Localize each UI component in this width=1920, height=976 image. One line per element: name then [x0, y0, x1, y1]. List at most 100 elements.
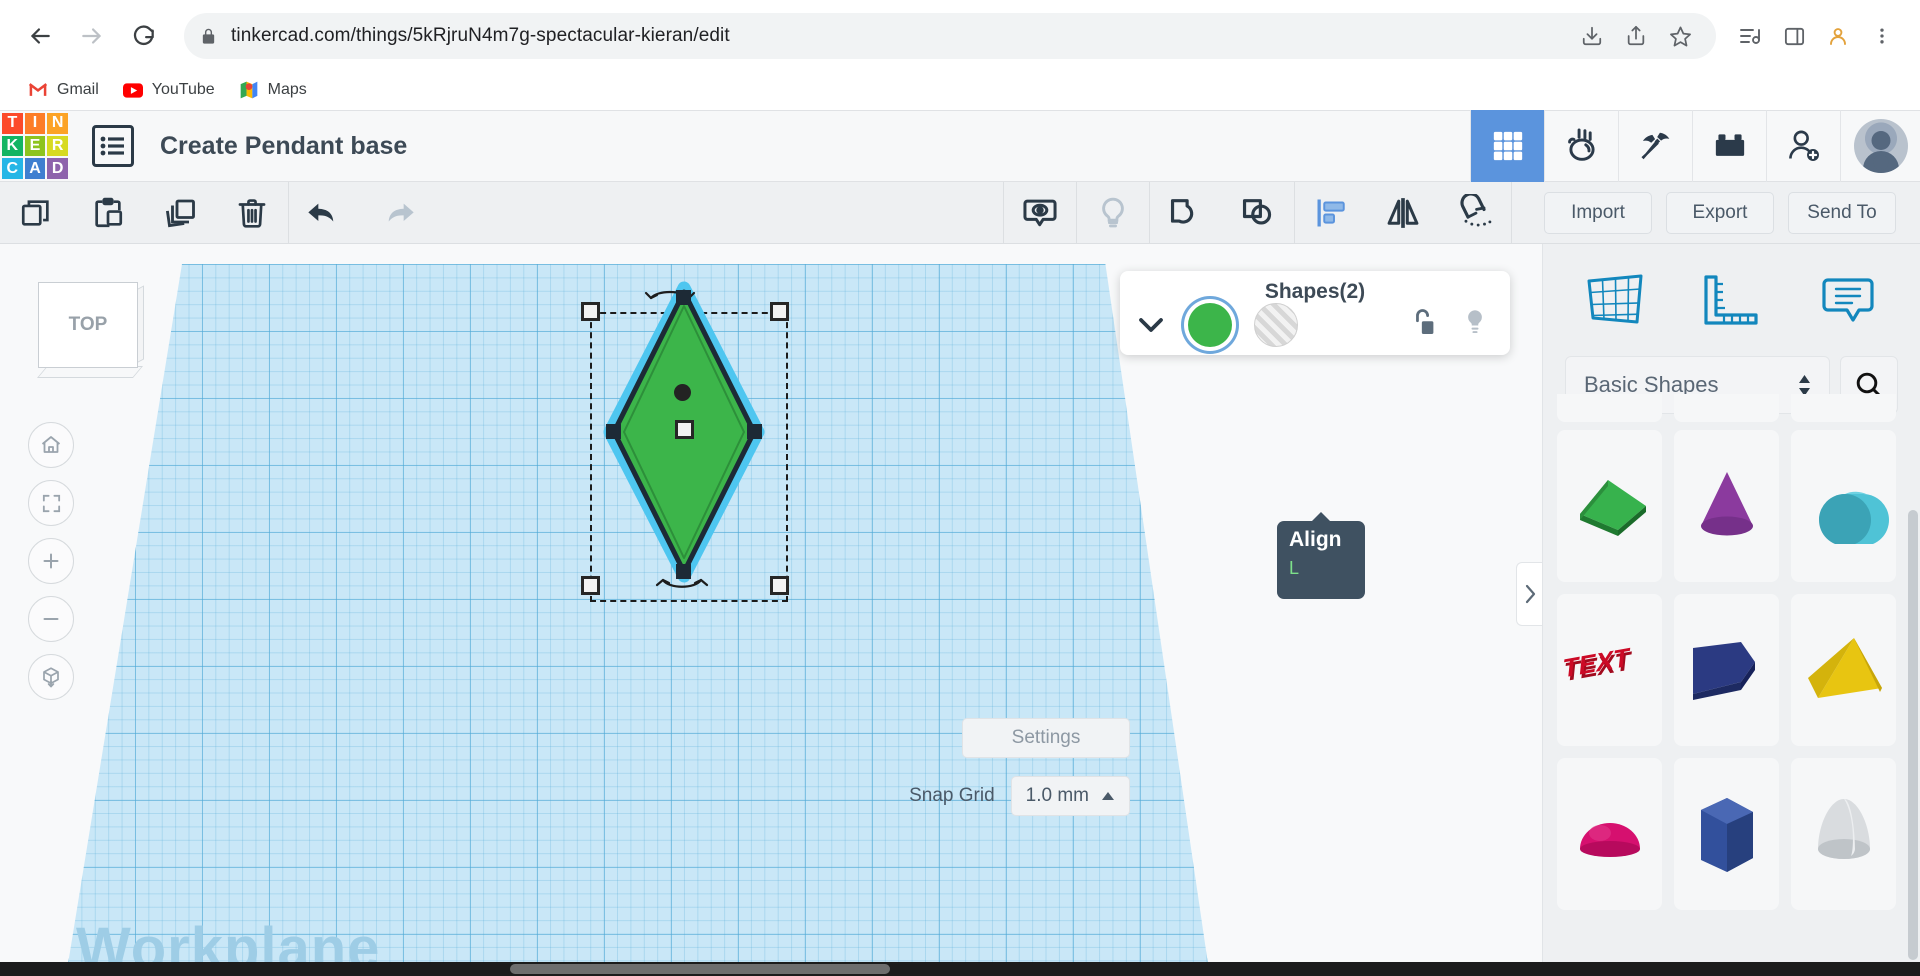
- svg-text:TEXT: TEXT: [1561, 642, 1631, 684]
- polygon-box-shape[interactable]: [1674, 594, 1779, 746]
- ungroup-shapes-icon[interactable]: [1222, 182, 1294, 244]
- cone-shape[interactable]: [1674, 430, 1779, 582]
- vertex-handle-left[interactable]: [606, 424, 621, 439]
- align-icon[interactable]: [1295, 182, 1367, 244]
- pyramid-shape[interactable]: [1791, 594, 1896, 746]
- toolbar-divider: [1511, 181, 1512, 244]
- address-bar[interactable]: tinkercad.com/things/5kRjruN4m7g-spectac…: [184, 13, 1716, 59]
- redo-arrow-icon[interactable]: [361, 182, 433, 244]
- shape-cell-partial[interactable]: [1674, 394, 1779, 422]
- view-cube-face-label: TOP: [38, 282, 138, 368]
- bookmark-gmail[interactable]: Gmail: [18, 75, 109, 105]
- bookmark-youtube[interactable]: YouTube: [113, 75, 225, 105]
- shape-inspector-actions: [1410, 308, 1494, 343]
- vertex-handle-top[interactable]: [676, 290, 691, 305]
- bookmark-star-icon[interactable]: [1660, 16, 1700, 56]
- tinkercad-header: T I N K E R C A D Create Pendant base: [0, 110, 1920, 182]
- grid-apps-icon[interactable]: [1470, 110, 1544, 182]
- unlock-icon[interactable]: [1410, 308, 1436, 343]
- resize-handle-top-right[interactable]: [770, 302, 789, 321]
- chrome-menu-icon[interactable]: [1862, 16, 1902, 56]
- lightbulb-icon[interactable]: [1077, 182, 1149, 244]
- chevron-down-icon[interactable]: [1136, 315, 1166, 335]
- bookmark-label: Gmail: [57, 81, 99, 98]
- snap-grid-select[interactable]: 1.0 mm: [1010, 776, 1130, 816]
- notes-tool-icon[interactable]: [1811, 263, 1885, 337]
- shape-cell-partial[interactable]: [1557, 394, 1662, 422]
- height-handle[interactable]: [674, 384, 691, 401]
- center-move-handle[interactable]: [675, 420, 694, 439]
- maps-icon: [239, 80, 259, 100]
- roof-wedge-shape[interactable]: [1557, 430, 1662, 582]
- undo-arrow-icon[interactable]: [289, 182, 361, 244]
- page-title: Create Pendant base: [160, 131, 408, 160]
- copy-button[interactable]: [0, 182, 72, 244]
- bookmark-maps[interactable]: Maps: [229, 75, 317, 105]
- file-actions: Import Export Send To: [1520, 191, 1920, 234]
- view-cube[interactable]: TOP: [36, 282, 144, 378]
- scrollbar-thumb[interactable]: [510, 964, 890, 974]
- minecraft-pickaxe-icon[interactable]: [1618, 110, 1692, 182]
- resize-handle-top-left[interactable]: [581, 302, 600, 321]
- tinkercad-logo[interactable]: T I N K E R C A D: [0, 111, 70, 181]
- ruler-tool-icon[interactable]: [1694, 263, 1768, 337]
- paste-button[interactable]: [72, 182, 144, 244]
- lego-brick-icon[interactable]: [1692, 110, 1766, 182]
- solid-green-swatch[interactable]: [1188, 303, 1232, 347]
- vertex-handle-right[interactable]: [747, 424, 762, 439]
- duplicate-button[interactable]: [144, 182, 216, 244]
- tinkercad-app-window: tinkercad.com/things/5kRjruN4m7g-spectac…: [0, 0, 1920, 976]
- share-icon[interactable]: [1616, 16, 1656, 56]
- vertex-handle-bottom[interactable]: [676, 564, 691, 579]
- shapes-sidebar: Basic Shapes TEXT TEXT: [1542, 244, 1920, 976]
- main-toolbar: Import Export Send To: [0, 181, 1920, 244]
- hole-hatched-swatch[interactable]: [1254, 303, 1298, 347]
- chevron-right-icon[interactable]: [1516, 562, 1542, 626]
- resize-handle-bottom-right[interactable]: [770, 576, 789, 595]
- hex-prism-shape[interactable]: [1674, 758, 1779, 910]
- shape-cell-partial[interactable]: [1791, 394, 1896, 422]
- download-icon[interactable]: [1572, 16, 1612, 56]
- canvas-3d-view[interactable]: Workplane TOP Shapes(2) Align L Settings…: [0, 244, 1542, 976]
- forward-arrow-icon[interactable]: [70, 14, 114, 58]
- text-shape[interactable]: TEXT TEXT: [1557, 594, 1662, 746]
- fit-frame-icon[interactable]: [28, 480, 74, 526]
- export-button[interactable]: Export: [1666, 191, 1774, 234]
- para-thumb: [1817, 799, 1870, 859]
- ortho-cube-icon[interactable]: [28, 654, 74, 700]
- window-scrollbar[interactable]: [0, 962, 1920, 976]
- import-button[interactable]: Import: [1544, 191, 1652, 234]
- circuits-hand-icon[interactable]: [1544, 110, 1618, 182]
- workplane-tool-icon[interactable]: [1578, 263, 1652, 337]
- media-list-icon[interactable]: [1730, 16, 1770, 56]
- shape-inspector-title: Shapes(2): [1264, 280, 1366, 303]
- send-to-button[interactable]: Send To: [1788, 191, 1896, 234]
- half-cylinder-shape[interactable]: [1791, 430, 1896, 582]
- magnet-snap-icon[interactable]: [1439, 182, 1511, 244]
- settings-button[interactable]: Settings: [962, 718, 1130, 758]
- dome-thumb: [1579, 823, 1640, 857]
- paraboloid-shape[interactable]: [1791, 758, 1896, 910]
- align-tooltip: Align L: [1277, 512, 1365, 599]
- sidebar-scrollbar[interactable]: [1908, 510, 1918, 960]
- avatar[interactable]: [1840, 110, 1920, 182]
- shape-library-grid: TEXT TEXT: [1557, 430, 1906, 976]
- group-shapes-icon[interactable]: [1150, 182, 1222, 244]
- zoom-in-button[interactable]: [28, 538, 74, 584]
- box-thumb: [1692, 642, 1755, 700]
- resize-handle-bottom-left[interactable]: [581, 576, 600, 595]
- mirror-flip-icon[interactable]: [1367, 182, 1439, 244]
- eye-visibility-icon[interactable]: [1004, 182, 1076, 244]
- selected-shape-group[interactable]: [581, 281, 790, 602]
- back-arrow-icon[interactable]: [18, 14, 62, 58]
- profile-icon[interactable]: [1818, 16, 1858, 56]
- trash-icon[interactable]: [216, 182, 288, 244]
- reload-icon[interactable]: [122, 14, 166, 58]
- half-sphere-shape[interactable]: [1557, 758, 1662, 910]
- invite-person-icon[interactable]: [1766, 110, 1840, 182]
- zoom-out-button[interactable]: [28, 596, 74, 642]
- project-list-icon[interactable]: [92, 125, 134, 167]
- home-view-button[interactable]: [28, 422, 74, 468]
- side-panel-icon[interactable]: [1774, 16, 1814, 56]
- lightbulb-icon[interactable]: [1462, 308, 1488, 343]
